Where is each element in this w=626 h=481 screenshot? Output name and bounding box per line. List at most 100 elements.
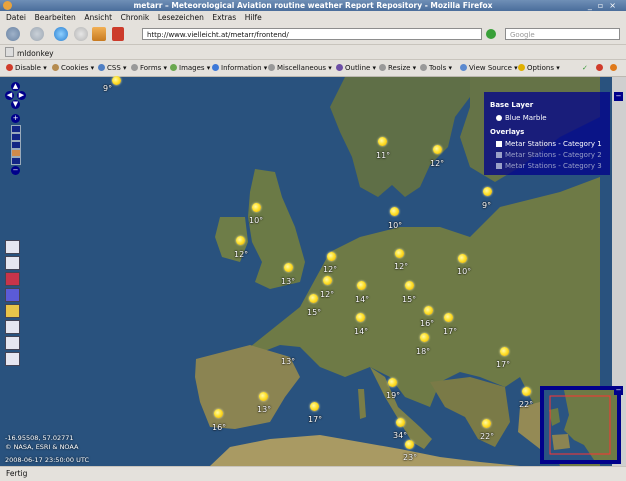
station-marker[interactable] bbox=[327, 252, 336, 261]
layer-switcher-minimize-button[interactable]: − bbox=[614, 92, 623, 101]
validation-ok-icon[interactable]: ✓ bbox=[582, 60, 588, 76]
pan-up-button[interactable]: ▲ bbox=[11, 82, 20, 91]
dev-forms[interactable]: Forms ▾ bbox=[131, 60, 167, 76]
hand-pan-tool-icon[interactable] bbox=[5, 240, 20, 254]
zoom-level-bar[interactable] bbox=[11, 141, 21, 149]
dev-images[interactable]: Images ▾ bbox=[170, 60, 210, 76]
bookmark-label: mldonkey bbox=[17, 49, 54, 58]
warning-icon[interactable] bbox=[610, 60, 619, 76]
station-marker[interactable] bbox=[482, 419, 491, 428]
resize-icon bbox=[379, 64, 386, 71]
station-marker[interactable] bbox=[444, 313, 453, 322]
measure-tool-icon[interactable] bbox=[5, 304, 20, 318]
history-forward-tool-icon[interactable] bbox=[5, 288, 20, 302]
station-marker[interactable] bbox=[420, 333, 429, 342]
overlay-option[interactable]: Metar Stations - Category 2 bbox=[496, 151, 602, 159]
station-marker[interactable] bbox=[357, 281, 366, 290]
dev-tools[interactable]: Tools ▾ bbox=[420, 60, 452, 76]
zoom-level-bar[interactable] bbox=[11, 125, 21, 133]
dev-outline[interactable]: Outline ▾ bbox=[336, 60, 376, 76]
dev-view-source[interactable]: View Source ▾ bbox=[460, 60, 518, 76]
forward-icon[interactable] bbox=[30, 27, 44, 41]
overview-map-canvas[interactable] bbox=[544, 390, 617, 460]
menu-datei[interactable]: Datei bbox=[6, 11, 26, 24]
info-icon bbox=[212, 64, 219, 71]
station-marker[interactable] bbox=[390, 207, 399, 216]
checkbox-icon[interactable] bbox=[496, 141, 502, 147]
pan-left-button[interactable]: ◀ bbox=[5, 91, 14, 100]
window-controls[interactable]: _▫× bbox=[588, 1, 622, 10]
station-marker[interactable] bbox=[396, 418, 405, 427]
menu-lesezeichen[interactable]: Lesezeichen bbox=[158, 11, 204, 24]
station-marker[interactable] bbox=[284, 263, 293, 272]
station-marker[interactable] bbox=[388, 378, 397, 387]
maximize-button[interactable]: ▫ bbox=[598, 1, 609, 10]
checkbox-icon[interactable] bbox=[496, 163, 502, 169]
menu-chronik[interactable]: Chronik bbox=[121, 11, 150, 24]
minimize-button[interactable]: _ bbox=[588, 1, 598, 10]
go-icon[interactable] bbox=[486, 29, 496, 39]
station-marker[interactable] bbox=[310, 402, 319, 411]
reload-icon[interactable] bbox=[54, 27, 68, 41]
station-marker[interactable] bbox=[378, 137, 387, 146]
address-bar[interactable]: http://www.vielleicht.at/metarr/frontend… bbox=[142, 28, 482, 40]
zoom-box-tool-icon[interactable] bbox=[5, 256, 20, 270]
station-marker[interactable] bbox=[259, 392, 268, 401]
dev-miscellaneous[interactable]: Miscellaneous ▾ bbox=[268, 60, 332, 76]
station-marker[interactable] bbox=[236, 236, 245, 245]
zoom-level-bar[interactable] bbox=[11, 157, 21, 165]
error-icon[interactable] bbox=[596, 60, 605, 76]
pan-right-button[interactable]: ▶ bbox=[17, 91, 26, 100]
dev-cookies[interactable]: Cookies ▾ bbox=[52, 60, 94, 76]
zoom-in-tool-icon[interactable] bbox=[5, 320, 20, 334]
radio-icon[interactable] bbox=[496, 115, 502, 121]
station-marker[interactable] bbox=[356, 313, 365, 322]
pan-down-button[interactable]: ▼ bbox=[11, 100, 20, 109]
search-input[interactable]: Google bbox=[505, 28, 620, 40]
home-icon[interactable] bbox=[92, 27, 106, 41]
dev-css[interactable]: CSS ▾ bbox=[98, 60, 127, 76]
station-marker[interactable] bbox=[252, 203, 261, 212]
station-marker[interactable] bbox=[424, 306, 433, 315]
stop-icon[interactable] bbox=[74, 27, 88, 41]
bookmark-item[interactable]: mldonkey bbox=[5, 47, 54, 59]
base-layer-option[interactable]: Blue Marble bbox=[496, 114, 547, 122]
dev-disable[interactable]: Disable ▾ bbox=[6, 60, 47, 76]
overlay-option[interactable]: Metar Stations - Category 3 bbox=[496, 162, 602, 170]
overview-map[interactable] bbox=[540, 386, 621, 464]
overview-minimize-button[interactable]: − bbox=[614, 386, 623, 395]
noscript-icon[interactable] bbox=[112, 27, 124, 41]
station-marker[interactable] bbox=[214, 409, 223, 418]
dev-resize[interactable]: Resize ▾ bbox=[379, 60, 416, 76]
station-marker[interactable] bbox=[323, 276, 332, 285]
station-marker[interactable] bbox=[500, 347, 509, 356]
station-marker[interactable] bbox=[522, 387, 531, 396]
menu-hilfe[interactable]: Hilfe bbox=[245, 11, 262, 24]
history-back-tool-icon[interactable] bbox=[5, 272, 20, 286]
max-extent-tool-icon[interactable] bbox=[5, 352, 20, 366]
station-marker[interactable] bbox=[433, 145, 442, 154]
dev-information[interactable]: Information ▾ bbox=[212, 60, 267, 76]
close-button[interactable]: × bbox=[609, 1, 622, 10]
station-marker[interactable] bbox=[458, 254, 467, 263]
zoom-slider-handle[interactable] bbox=[11, 149, 21, 157]
checkbox-icon[interactable] bbox=[496, 152, 502, 158]
menu-bearbeiten[interactable]: Bearbeiten bbox=[35, 11, 76, 24]
zoom-level-bar[interactable] bbox=[11, 133, 21, 141]
station-marker[interactable] bbox=[309, 294, 318, 303]
menu-extras[interactable]: Extras bbox=[212, 11, 236, 24]
navigation-toolbar: http://www.vielleicht.at/metarr/frontend… bbox=[0, 24, 626, 45]
overlay-option[interactable]: Metar Stations - Category 1 bbox=[496, 140, 602, 148]
station-marker[interactable] bbox=[405, 440, 414, 449]
zoom-in-button[interactable]: + bbox=[11, 114, 20, 123]
station-marker[interactable] bbox=[395, 249, 404, 258]
station-marker[interactable] bbox=[483, 187, 492, 196]
station-temp: 12° bbox=[394, 262, 409, 271]
zoom-out-button[interactable]: − bbox=[11, 166, 20, 175]
station-marker[interactable] bbox=[405, 281, 414, 290]
station-marker[interactable] bbox=[112, 76, 121, 85]
zoom-out-tool-icon[interactable] bbox=[5, 336, 20, 350]
back-icon[interactable] bbox=[6, 27, 20, 41]
dev-options[interactable]: Options ▾ bbox=[518, 60, 560, 76]
menu-ansicht[interactable]: Ansicht bbox=[84, 11, 112, 24]
